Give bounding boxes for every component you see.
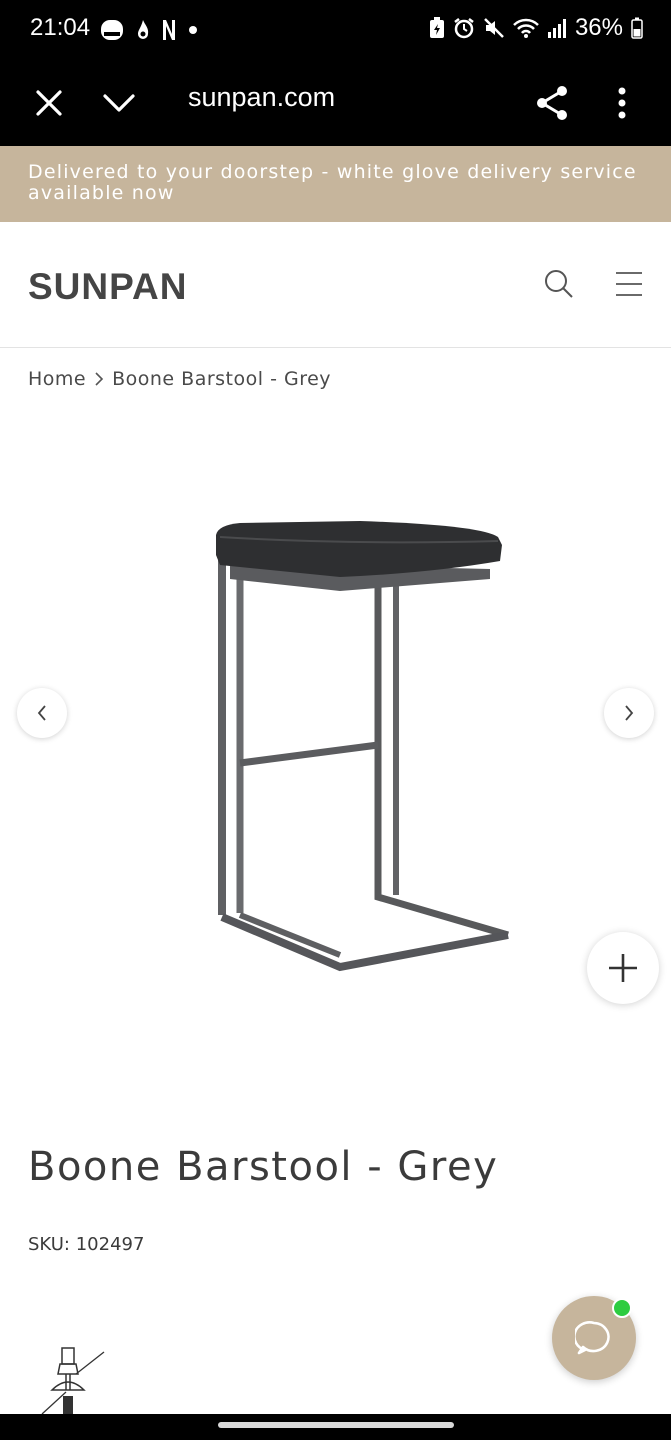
status-bar: 21:04 36% — [0, 0, 671, 60]
chevron-down-icon — [103, 94, 135, 112]
assembly-icon — [41, 1347, 105, 1415]
battery-saver-icon — [429, 17, 444, 38]
battery-percent: 36% — [574, 14, 623, 41]
share-icon — [537, 86, 567, 120]
product-sku: SKU: 102497 — [28, 1234, 145, 1255]
url-text[interactable]: sunpan.com — [188, 82, 335, 113]
browser-toolbar: sunpan.com — [0, 60, 671, 146]
site-logo[interactable]: SUNPAN — [28, 266, 188, 308]
alarm-icon — [454, 18, 474, 39]
netflix-icon — [163, 20, 175, 40]
more-options-button[interactable] — [597, 78, 647, 128]
plus-icon — [609, 954, 637, 982]
breadcrumb-current: Boone Barstool - Grey — [112, 368, 332, 390]
status-time: 21:04 — [30, 14, 91, 41]
menu-button[interactable] — [609, 264, 649, 304]
close-tab-button[interactable] — [24, 78, 74, 128]
battery-icon — [631, 17, 643, 39]
signal-icon — [547, 19, 566, 38]
chevron-right-icon — [95, 372, 104, 386]
more-vertical-icon — [618, 87, 626, 119]
notification-icons — [100, 18, 198, 42]
product-image — [216, 521, 509, 972]
breadcrumb-home[interactable]: Home — [28, 368, 86, 390]
chat-bubble-icon — [575, 1321, 610, 1355]
product-gallery — [0, 420, 671, 1110]
chat-notification-icon — [101, 20, 123, 40]
share-button[interactable] — [527, 78, 577, 128]
fire-icon — [138, 20, 149, 39]
mute-icon — [484, 18, 504, 38]
zoom-button[interactable] — [587, 932, 659, 1004]
gallery-next-button[interactable] — [604, 688, 654, 738]
breadcrumb: Home Boone Barstool - Grey — [28, 368, 331, 390]
product-title: Boone Barstool - Grey — [28, 1144, 499, 1190]
hamburger-menu-icon — [616, 272, 642, 296]
gallery-prev-button[interactable] — [17, 688, 67, 738]
promo-text: Delivered to your doorstep - white glove… — [28, 161, 637, 204]
dot-icon — [189, 26, 197, 34]
site-header: SUNPAN — [0, 222, 671, 348]
online-status-dot — [612, 1298, 632, 1318]
promo-banner[interactable]: Delivered to your doorstep - white glove… — [0, 146, 671, 222]
close-icon — [36, 90, 62, 116]
system-icons: 36% — [429, 14, 643, 42]
chevron-right-icon — [625, 705, 634, 721]
minimize-button[interactable] — [94, 78, 144, 128]
wifi-icon — [513, 18, 539, 38]
chevron-left-icon — [37, 705, 46, 721]
search-button[interactable] — [539, 264, 579, 304]
gesture-handle[interactable] — [218, 1422, 454, 1428]
search-icon — [545, 270, 573, 298]
